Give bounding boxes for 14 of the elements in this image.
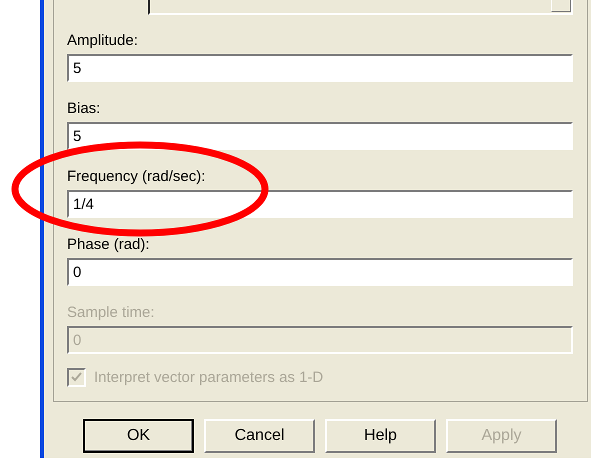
- input-field[interactable]: 0: [67, 258, 573, 286]
- checkbox-label: Interpret vector parameters as 1-D: [94, 369, 324, 386]
- field-label: Frequency (rad/sec):: [67, 168, 206, 186]
- input-field[interactable]: 1/4: [67, 190, 573, 218]
- input-field[interactable]: 5: [67, 122, 573, 150]
- field-label: Amplitude:: [67, 32, 138, 50]
- field-label: Sample time:: [67, 304, 155, 322]
- dialog-button[interactable]: Help: [325, 419, 436, 453]
- field-label: Bias:: [67, 100, 100, 118]
- check-icon: [71, 372, 82, 383]
- input-field[interactable]: 5: [67, 54, 573, 82]
- dialog-button[interactable]: Cancel: [204, 419, 315, 453]
- dialog-button[interactable]: OK: [83, 419, 194, 453]
- field-label: Phase (rad):: [67, 236, 150, 254]
